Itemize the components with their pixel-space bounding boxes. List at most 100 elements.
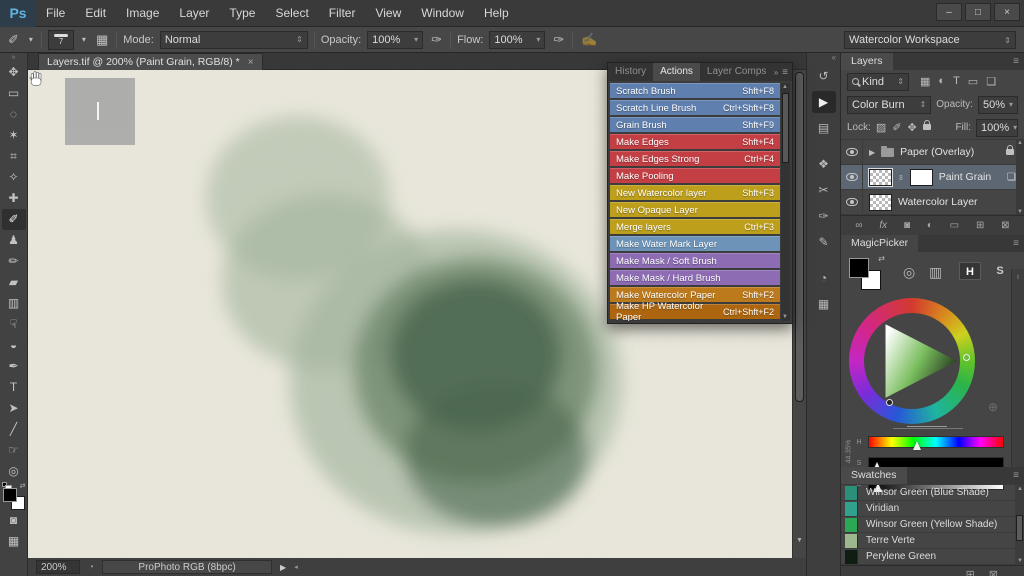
brush-presets-panel-icon[interactable]: ✑ xyxy=(812,205,836,227)
foreground-background-colors[interactable]: ⇄ xyxy=(2,484,26,510)
lock-transparency-icon[interactable]: ▨ xyxy=(876,121,886,134)
status-flyout-icon[interactable]: ▶ xyxy=(280,563,286,572)
menu-item[interactable]: Layer xyxy=(169,0,219,27)
eyedropper-tool[interactable]: ✧ xyxy=(2,167,26,188)
toggle-brush-panel-icon[interactable]: ▦ xyxy=(94,32,110,48)
eraser-tool[interactable]: ▰ xyxy=(2,272,26,293)
tab-close-icon[interactable]: × xyxy=(248,57,254,68)
blend-mode-select[interactable]: Normal ⇕ xyxy=(160,31,308,49)
scroll-up-icon[interactable]: ▲ xyxy=(1017,140,1023,146)
menu-item[interactable]: Select xyxy=(265,0,318,27)
swatch-color-chip[interactable] xyxy=(845,502,858,516)
menu-item[interactable]: File xyxy=(36,0,75,27)
hue-wheel[interactable] xyxy=(849,298,975,424)
menu-item[interactable]: View xyxy=(365,0,411,27)
color-box-mode-icon[interactable]: ▥ xyxy=(929,264,942,281)
action-item[interactable]: Make Edges Strong Ctrl+F4 xyxy=(610,151,780,166)
menu-item[interactable]: Type xyxy=(219,0,265,27)
color-themes-panel-icon[interactable]: ◔ xyxy=(812,267,836,289)
styles-panel-icon[interactable]: ❖ xyxy=(812,153,836,175)
screen-mode-button[interactable]: ▦ xyxy=(2,531,26,552)
swatch-item[interactable]: Perylene Green xyxy=(841,549,1024,565)
layer-filter-kind-select[interactable]: Kind ⇕ xyxy=(847,73,909,91)
swatch-item[interactable]: Winsor Green (Blue Shade) xyxy=(841,485,1024,501)
layer-style-badge-icon[interactable]: ❏ xyxy=(1007,172,1016,183)
filter-pixel-icon[interactable]: ▦ xyxy=(920,75,930,88)
swap-colors-icon[interactable]: ⇄ xyxy=(878,254,885,263)
brush-preview-icon[interactable]: ✐ xyxy=(6,32,21,48)
action-item[interactable]: Make Mask / Soft Brush xyxy=(610,253,780,268)
history-brush-tool[interactable]: ✏ xyxy=(2,251,26,272)
hue-ring-marker[interactable] xyxy=(963,354,970,361)
tablet-pressure-icon[interactable]: ✍ xyxy=(579,32,599,48)
hue-slider-marker[interactable] xyxy=(913,439,922,451)
scroll-down-icon[interactable]: ▼ xyxy=(782,314,788,320)
swap-colors-icon[interactable]: ⇄ xyxy=(20,482,26,490)
menu-item[interactable]: Image xyxy=(116,0,169,27)
layer-thumbnail[interactable] xyxy=(869,194,892,211)
lock-all-icon[interactable] xyxy=(923,124,931,130)
visibility-eye-icon[interactable] xyxy=(846,198,858,206)
new-layer-icon[interactable]: ⊞ xyxy=(976,220,984,231)
layer-thumbnail[interactable] xyxy=(869,169,892,186)
path-selection-tool[interactable]: ➤ xyxy=(2,398,26,419)
swatch-item[interactable]: Viridian xyxy=(841,501,1024,517)
layer-row-watercolor[interactable]: Watercolor Layer xyxy=(841,190,1024,215)
layers-panel-tab[interactable]: Layers xyxy=(841,53,893,70)
move-tool[interactable]: ✥ xyxy=(2,62,26,83)
default-colors-icon[interactable] xyxy=(2,482,7,487)
panel-menu-icon[interactable]: ≡ xyxy=(1013,238,1024,249)
action-item[interactable]: Scratch Brush Shft+F8 xyxy=(610,83,780,98)
magic-picker-tab[interactable]: MagicPicker xyxy=(841,235,918,252)
brush-tool[interactable]: ✐ xyxy=(2,209,26,230)
action-item[interactable]: Scratch Line Brush Ctrl+Shft+F8 xyxy=(610,100,780,115)
saturation-mode-button[interactable]: S xyxy=(989,262,1011,280)
filter-adjustment-icon[interactable]: ◐ xyxy=(938,75,945,88)
pen-tool[interactable]: ✒ xyxy=(2,356,26,377)
picker-fg-bg-colors[interactable]: ⇄ xyxy=(849,258,883,292)
adjustment-layer-icon[interactable]: ◐ xyxy=(927,220,933,231)
layer-comps-panel-icon[interactable]: ▤ xyxy=(812,117,836,139)
layer-blend-mode-select[interactable]: Color Burn ⇕ xyxy=(847,96,931,114)
delete-swatch-icon[interactable]: ⊠ xyxy=(989,568,998,576)
foreground-color-swatch[interactable] xyxy=(849,258,869,278)
menu-item[interactable]: Help xyxy=(474,0,519,27)
action-item[interactable]: Make Water Mark Layer xyxy=(610,236,780,251)
mask-link-icon[interactable]: ∞ xyxy=(896,174,905,180)
airbrush-icon[interactable]: ✑ xyxy=(551,32,566,48)
swatch-color-chip[interactable] xyxy=(845,534,858,548)
smudge-tool[interactable]: ☟ xyxy=(2,314,26,335)
quick-mask-button[interactable]: ◙ xyxy=(2,510,26,531)
filter-type-icon[interactable]: T xyxy=(953,75,960,88)
menu-item[interactable]: Filter xyxy=(319,0,366,27)
crop-tool[interactable]: ⌗ xyxy=(2,146,26,167)
hand-tool[interactable]: ☞ xyxy=(2,440,26,461)
actions-panel-icon[interactable]: ▶ xyxy=(812,91,836,113)
panel-menu-icon[interactable]: ≡ xyxy=(1013,470,1024,481)
menu-item[interactable]: Window xyxy=(411,0,474,27)
action-item[interactable]: Make HP Watercolor Paper Ctrl+Shft+F2 xyxy=(610,304,780,319)
add-mask-icon[interactable]: ◙ xyxy=(904,220,910,231)
scroll-down-icon[interactable]: ▼ xyxy=(1017,209,1023,215)
swatch-color-chip[interactable] xyxy=(845,550,858,564)
lock-position-icon[interactable]: ✥ xyxy=(908,121,917,134)
minimize-icon[interactable]: – xyxy=(936,3,962,21)
color-wheel-mode-icon[interactable]: ◎ xyxy=(903,264,915,281)
panel-tab[interactable]: History xyxy=(608,63,653,81)
flow-select[interactable]: 100% ▾ xyxy=(489,31,545,49)
swatch-item[interactable]: Terre Verte xyxy=(841,533,1024,549)
workspace-select[interactable]: Watercolor Workspace ⇕ xyxy=(844,31,1016,49)
swatches-scrollbar[interactable]: ▲ ▼ xyxy=(1015,485,1024,565)
brush-preview-dropdown-icon[interactable]: ▾ xyxy=(27,35,35,44)
filter-shape-icon[interactable]: ▭ xyxy=(968,75,978,88)
brushes-panel-icon[interactable]: ✎ xyxy=(812,231,836,253)
brush-size-dropdown-icon[interactable]: ▾ xyxy=(80,35,88,44)
opacity-select[interactable]: 100% ▾ xyxy=(367,31,423,49)
layers-scrollbar[interactable]: ▲ ▼ xyxy=(1016,140,1024,215)
delete-layer-icon[interactable]: ⊠ xyxy=(1001,220,1009,231)
scroll-thumb[interactable] xyxy=(1016,515,1023,541)
layer-mask-thumbnail[interactable] xyxy=(910,169,933,186)
action-item[interactable]: Merge layers Ctrl+F3 xyxy=(610,219,780,234)
history-panel-icon[interactable]: ↺ xyxy=(812,65,836,87)
action-item[interactable]: Grain Brush Shft+F9 xyxy=(610,117,780,132)
